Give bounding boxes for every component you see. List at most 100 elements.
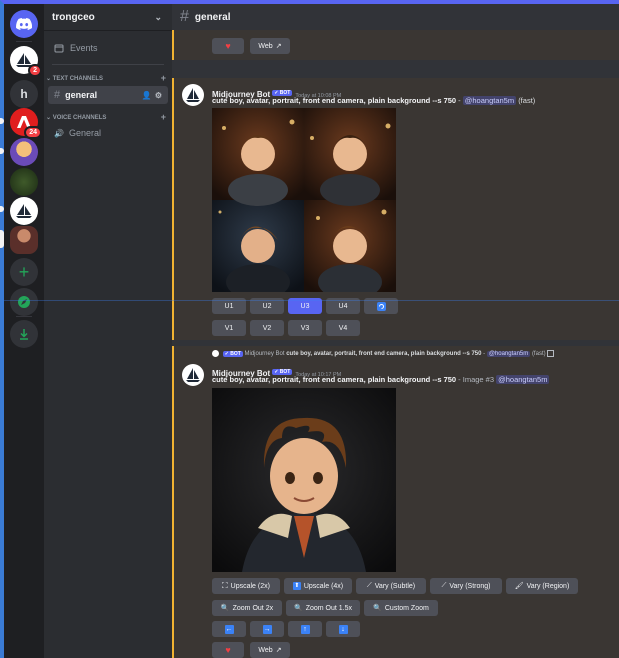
arrow-left-icon: ←	[224, 624, 234, 634]
button-label: Vary (Subtle)	[374, 582, 416, 590]
arrow-up-icon: ↑	[300, 624, 310, 634]
heart-icon: ♥	[225, 41, 231, 51]
server-midjourney-sailboat[interactable]: 2	[10, 46, 42, 77]
bot-tag: ✓ BOT	[272, 368, 293, 375]
generated-image	[212, 388, 396, 572]
button-label: V3	[300, 324, 310, 332]
magic-wand-icon: ⟋	[366, 582, 372, 589]
chevron-down-icon: ⌄	[46, 114, 53, 121]
button-label: Upscale (4x)	[303, 582, 344, 590]
bot-tag: ✓ BOT	[222, 350, 243, 357]
magnifier-icon: 🔍	[373, 605, 382, 612]
pan-down-button[interactable]: ↓	[326, 621, 360, 637]
guild-header[interactable]: trongceo ⌄	[44, 4, 172, 30]
variation-2-button[interactable]: V2	[250, 320, 284, 336]
speaker-icon: 🔊	[54, 128, 64, 138]
upscaled-image[interactable]	[212, 388, 396, 572]
channel-header: # general	[172, 4, 619, 30]
reply-preview[interactable]: ✓ BOT Midjourney Bot cute boy, avatar, p…	[212, 350, 555, 358]
vary-region-button[interactable]: 🖌 Vary (Region)	[506, 578, 578, 594]
add-channel-icon[interactable]: +	[161, 73, 166, 83]
reply-author: Midjourney Bot	[244, 351, 285, 358]
heart-button[interactable]: ♥	[212, 642, 244, 658]
pan-right-button[interactable]: →	[250, 621, 284, 637]
external-link-icon: ↗	[275, 647, 282, 654]
button-label: Upscale (2x)	[230, 582, 270, 590]
chat-main: # general ♥ Web ↗ Midjourney Bot ✓ BOTTod…	[4, 4, 619, 658]
download-icon[interactable]	[10, 320, 38, 348]
message-content: cute boy, avatar, portrait, front end ca…	[212, 96, 535, 105]
avatar[interactable]	[182, 84, 204, 106]
avatar[interactable]	[182, 364, 204, 386]
upload-icon: ⬆	[292, 582, 301, 590]
server-adobe[interactable]: 24	[10, 108, 42, 139]
custom-zoom-button[interactable]: 🔍 Custom Zoom	[364, 600, 438, 616]
add-channel-icon[interactable]: +	[161, 112, 166, 122]
user-mention[interactable]: @hoangtan5m	[462, 96, 517, 105]
button-label: V4	[338, 324, 348, 332]
sidebar-divider	[52, 64, 164, 65]
server-sailboat-2[interactable]	[10, 197, 38, 225]
zoom-out-2x-button[interactable]: 🔍 Zoom Out 2x	[212, 600, 282, 616]
server-rail: 2 h 24 +	[0, 4, 44, 658]
button-label: V1	[224, 324, 234, 332]
add-member-icon[interactable]: 👤	[142, 91, 152, 100]
discord-logo-icon[interactable]	[10, 10, 38, 38]
separator: -	[456, 96, 463, 105]
vary-strong-button[interactable]: ⟋ Vary (Strong)	[430, 578, 502, 594]
compass-icon[interactable]	[10, 288, 38, 316]
variation-3-button[interactable]: V3	[288, 320, 322, 336]
button-label: Custom Zoom	[384, 604, 429, 612]
upscale-4x-button[interactable]: ⬆ Upscale (4x)	[284, 578, 352, 594]
server-h[interactable]: h	[10, 80, 38, 108]
pan-up-button[interactable]: ↑	[288, 621, 322, 637]
prompt-text: cute boy, avatar, portrait, front end ca…	[212, 375, 457, 384]
events-label: Events	[70, 43, 98, 53]
category-text-channels[interactable]: ⌄ TEXT CHANNELS +	[44, 69, 172, 85]
image-icon	[547, 350, 555, 357]
pan-left-button[interactable]: ←	[212, 621, 246, 637]
upscale-2x-button[interactable]: ⛶ Upscale (2x)	[212, 578, 280, 594]
user-mention[interactable]: @hoangtan5m	[496, 375, 550, 384]
heart-button[interactable]: ♥	[212, 38, 244, 54]
bot-tag: ✓ BOT	[272, 89, 293, 96]
category-label: VOICE CHANNELS	[52, 114, 107, 121]
button-label: Zoom Out 2x	[232, 604, 274, 612]
hash-icon: #	[54, 89, 61, 101]
button-label: Vary (Strong)	[449, 582, 491, 590]
server-portrait[interactable]	[10, 138, 38, 166]
reply-text: cute boy, avatar, portrait, front end ca…	[286, 351, 482, 358]
vary-subtle-button[interactable]: ⟋ Vary (Subtle)	[356, 578, 426, 594]
server-forest[interactable]	[10, 168, 38, 196]
category-voice-channels[interactable]: ⌄ VOICE CHANNELS +	[44, 108, 172, 124]
channel-general[interactable]: # general 👤 ⚙	[48, 86, 168, 104]
chevron-down-icon: ⌄	[46, 75, 53, 82]
web-button[interactable]: Web ↗	[250, 38, 290, 54]
unread-pip	[0, 206, 4, 212]
channel-label: general	[65, 90, 98, 100]
events-item[interactable]: Events	[44, 36, 172, 60]
plus-icon[interactable]: +	[10, 258, 38, 286]
unread-pip	[0, 118, 4, 124]
variation-4-button[interactable]: V4	[326, 320, 360, 336]
mention-bar	[172, 346, 174, 658]
button-label: Zoom Out 1.5x	[305, 604, 352, 612]
variation-1-button[interactable]: V1	[212, 320, 246, 336]
image-grid[interactable]	[212, 108, 396, 292]
page-title: general	[194, 11, 231, 23]
speed-label: (fast)	[531, 351, 546, 358]
channel-sidebar: trongceo ⌄ Events ⌄ TEXT CHANNELS + # ge…	[44, 4, 172, 658]
generated-image-grid	[212, 108, 396, 292]
magnifier-icon: 🔍	[220, 605, 230, 612]
message-content: cute boy, avatar, portrait, front end ca…	[212, 375, 550, 384]
selected-pip	[0, 230, 4, 248]
prompt-text: cute boy, avatar, portrait, front end ca…	[212, 96, 457, 105]
reply-avatar-icon	[212, 350, 219, 357]
speed-label: (fast)	[518, 96, 536, 105]
gear-icon[interactable]: ⚙	[155, 91, 162, 100]
paintbrush-icon: 🖌	[514, 583, 524, 590]
web-button[interactable]: Web ↗	[250, 642, 290, 658]
server-person[interactable]	[10, 226, 38, 254]
voice-channel-general[interactable]: 🔊 General	[48, 125, 168, 141]
zoom-out-1-5x-button[interactable]: 🔍 Zoom Out 1.5x	[286, 600, 360, 616]
